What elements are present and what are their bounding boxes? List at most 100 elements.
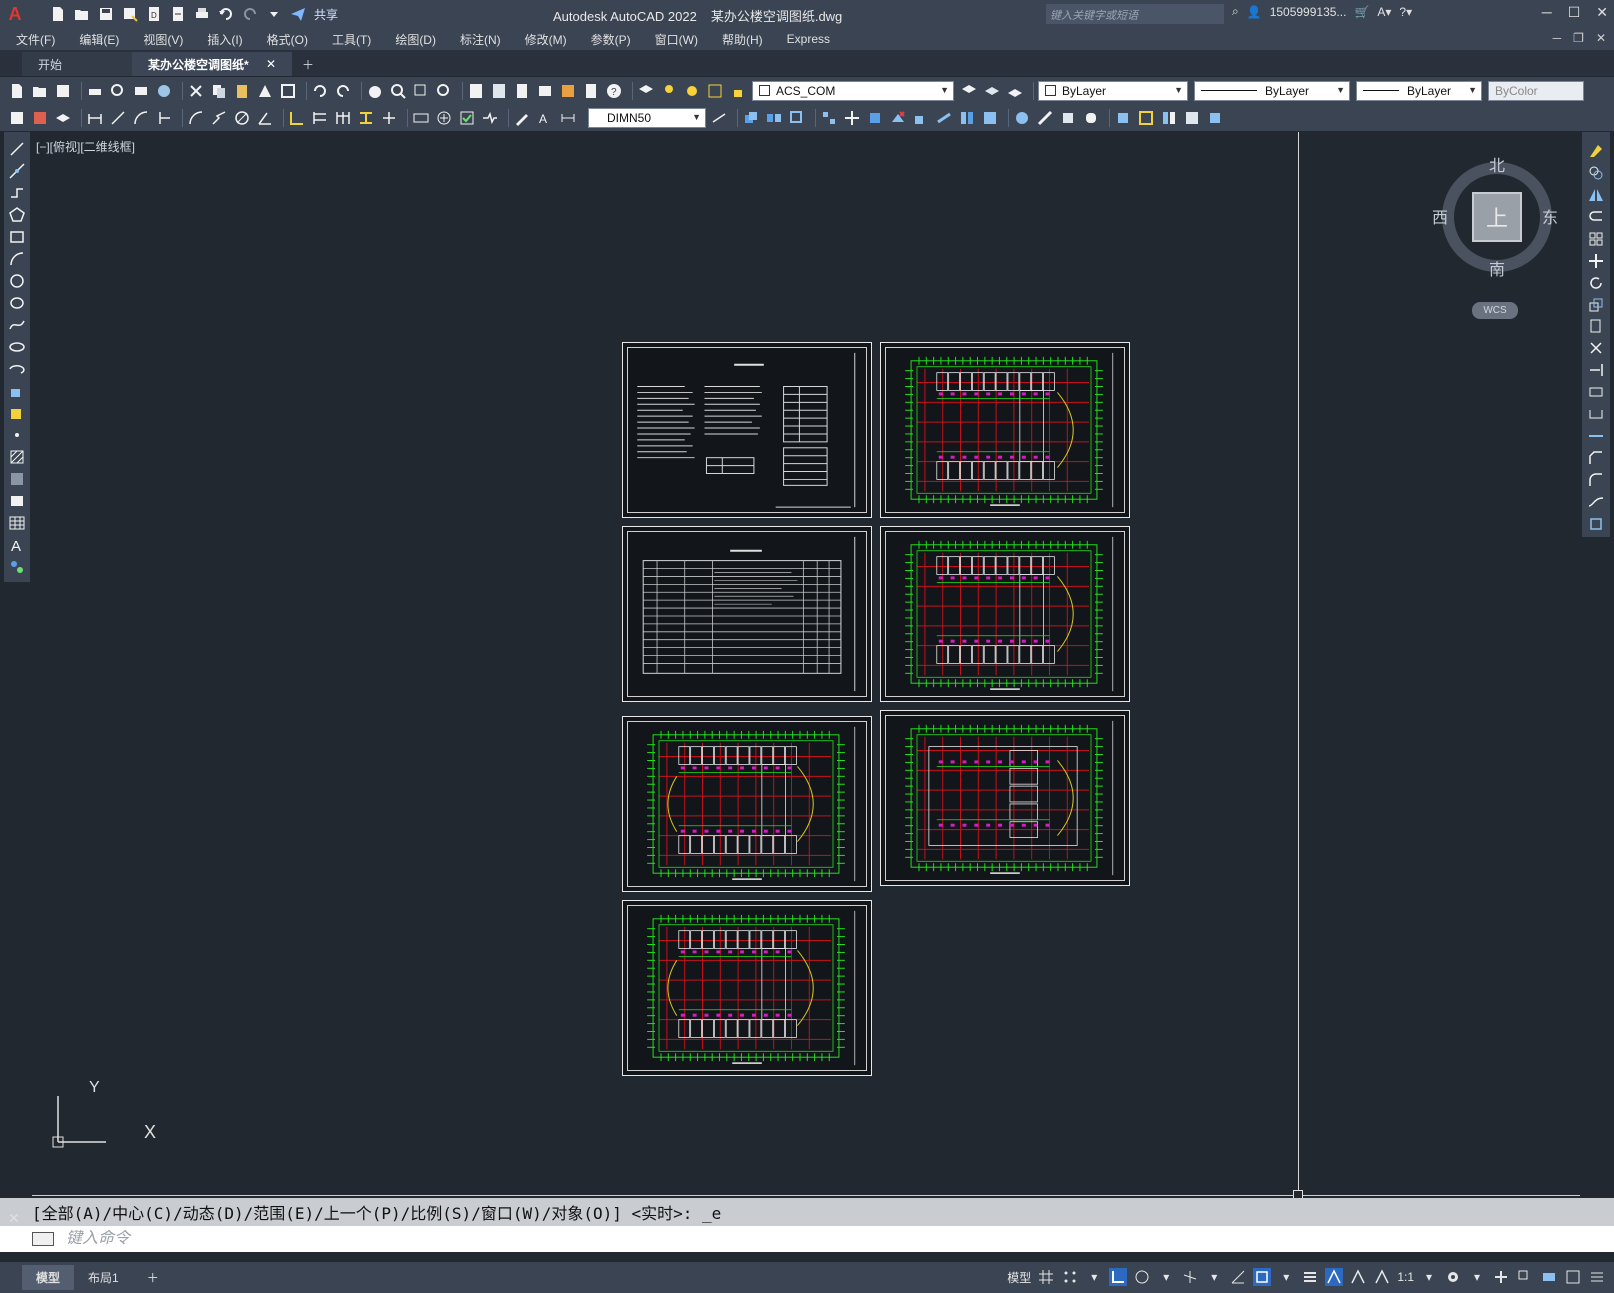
tab-close-icon[interactable]: ✕ (266, 57, 276, 71)
customize-dropdown-icon[interactable] (264, 4, 284, 24)
new-icon[interactable] (48, 4, 68, 24)
linear-dim-icon[interactable] (86, 109, 104, 127)
wcs-menu[interactable]: WCS (1472, 302, 1518, 319)
share-icon[interactable] (288, 4, 308, 24)
dim-text-edit-icon[interactable]: A (536, 109, 554, 127)
move-icon[interactable] (843, 109, 861, 127)
dim-space-icon[interactable] (357, 109, 375, 127)
rectangle-icon[interactable] (8, 228, 26, 246)
object-snap-tracking-icon[interactable] (1229, 1268, 1247, 1286)
hatch-back-icon[interactable] (1206, 109, 1224, 127)
jogged-linear-icon[interactable] (481, 109, 499, 127)
menu-edit[interactable]: 编辑(E) (79, 31, 119, 48)
snap-icon[interactable] (1061, 1268, 1079, 1286)
object-snap-icon[interactable] (1253, 1268, 1272, 1286)
doc-close-icon[interactable]: ✕ (1596, 31, 1606, 45)
design-center-icon[interactable] (490, 82, 508, 100)
menu-express[interactable]: Express (787, 32, 830, 46)
drawing-sheet-notes[interactable] (622, 342, 872, 518)
layer-previous-icon[interactable] (983, 82, 1001, 100)
drawing-sheet-floor-plan-3[interactable] (622, 716, 872, 892)
table-icon[interactable] (8, 514, 26, 532)
pan-icon[interactable] (366, 82, 384, 100)
maximize-icon[interactable]: ☐ (1568, 4, 1581, 21)
cart-icon[interactable]: 🛒 (1354, 5, 1369, 19)
workspace-gear-icon[interactable] (1444, 1268, 1462, 1286)
array-icon[interactable] (1587, 230, 1605, 248)
ellipse-arc-icon[interactable] (8, 360, 26, 378)
chamfer-icon[interactable] (1587, 449, 1605, 467)
annotation-visibility-icon[interactable] (1325, 1268, 1344, 1286)
trim-icon[interactable] (958, 109, 976, 127)
tool-palettes-icon[interactable] (513, 82, 531, 100)
angular-dim-icon[interactable] (256, 109, 274, 127)
color-dropdown[interactable]: ByLayer ▼ (1038, 80, 1188, 101)
polygon-icon[interactable] (8, 206, 26, 224)
menu-view[interactable]: 视图(V) (143, 31, 183, 48)
tab-layout1[interactable]: 布局1 (74, 1265, 133, 1290)
viewcube-top-face[interactable]: 上 (1472, 192, 1522, 242)
drawing-sheet-schedule[interactable] (622, 526, 872, 702)
model-space-button[interactable]: 模型 (1007, 1269, 1031, 1286)
layer-states-icon[interactable] (1006, 82, 1024, 100)
open-web-icon[interactable]: D (144, 4, 164, 24)
copy-object-icon[interactable] (742, 109, 760, 127)
new-tab-icon[interactable]: ＋ (292, 52, 324, 76)
move-icon[interactable] (1587, 252, 1605, 270)
annotation-scale-value[interactable]: 1:1 (1397, 1270, 1414, 1284)
menu-help[interactable]: 帮助(H) (722, 31, 763, 48)
add-layout-icon[interactable]: ＋ (133, 1265, 173, 1290)
tab-drawing[interactable]: 某办公楼空调图纸* ✕ (132, 52, 292, 76)
stretch-icon[interactable] (1587, 318, 1605, 336)
save-web-icon[interactable] (168, 4, 188, 24)
calculator-icon[interactable] (582, 82, 600, 100)
menu-modify[interactable]: 修改(M) (525, 31, 567, 48)
dim-edit-icon[interactable] (513, 109, 531, 127)
circle-icon[interactable] (8, 272, 26, 290)
undo-icon[interactable] (216, 4, 236, 24)
help-icon[interactable]: ?▾ (1399, 5, 1412, 19)
chevron-down-icon[interactable]: ▾ (1420, 1268, 1438, 1286)
plot-icon[interactable] (86, 82, 104, 100)
fillet-icon[interactable] (1082, 109, 1100, 127)
clean-screen-icon[interactable] (1564, 1268, 1582, 1286)
inspection-icon[interactable] (458, 109, 476, 127)
aligned-dim-icon[interactable] (109, 109, 127, 127)
break-at-point-icon[interactable] (1587, 383, 1605, 401)
open-icon[interactable] (31, 82, 49, 100)
make-block-icon[interactable] (8, 404, 26, 422)
mirror-icon[interactable] (765, 109, 783, 127)
break-icon[interactable] (1013, 109, 1031, 127)
polar-icon[interactable] (1133, 1268, 1151, 1286)
rotate-icon[interactable] (866, 109, 884, 127)
lineweight-icon[interactable] (1301, 1268, 1319, 1286)
make-current-layer-icon[interactable] (960, 82, 978, 100)
add-selected-icon[interactable] (8, 558, 26, 576)
polyline-icon[interactable] (8, 184, 26, 202)
hardware-acceleration-icon[interactable] (1540, 1268, 1558, 1286)
quick-dim-icon[interactable] (288, 109, 306, 127)
layer-on-icon[interactable] (660, 82, 678, 100)
compass-east[interactable]: 东 (1542, 204, 1558, 228)
layer-tools-icon[interactable] (54, 109, 72, 127)
continue-dim-icon[interactable] (334, 109, 352, 127)
copy-icon[interactable] (210, 82, 228, 100)
3d-print-icon[interactable] (155, 82, 173, 100)
hatch-icon[interactable] (8, 448, 26, 466)
scale-icon[interactable] (1587, 296, 1605, 314)
block-editor-icon[interactable] (279, 82, 297, 100)
grid-icon[interactable] (1037, 1268, 1055, 1286)
isodraft-icon[interactable] (1181, 1268, 1199, 1286)
trim-icon[interactable] (1587, 339, 1605, 357)
properties-icon[interactable] (467, 82, 485, 100)
redo-icon[interactable] (240, 4, 260, 24)
ellipse-icon[interactable] (8, 338, 26, 356)
zoom-previous-icon[interactable] (435, 82, 453, 100)
explode-icon[interactable] (1587, 515, 1605, 533)
blend-curves-icon[interactable] (1587, 493, 1605, 511)
help-icon[interactable]: ? (605, 82, 623, 100)
autocad-logo-icon[interactable]: A (0, 0, 30, 28)
paste-icon[interactable] (233, 82, 251, 100)
share-button[interactable]: 共享 (314, 6, 338, 23)
join-icon[interactable] (1587, 427, 1605, 445)
